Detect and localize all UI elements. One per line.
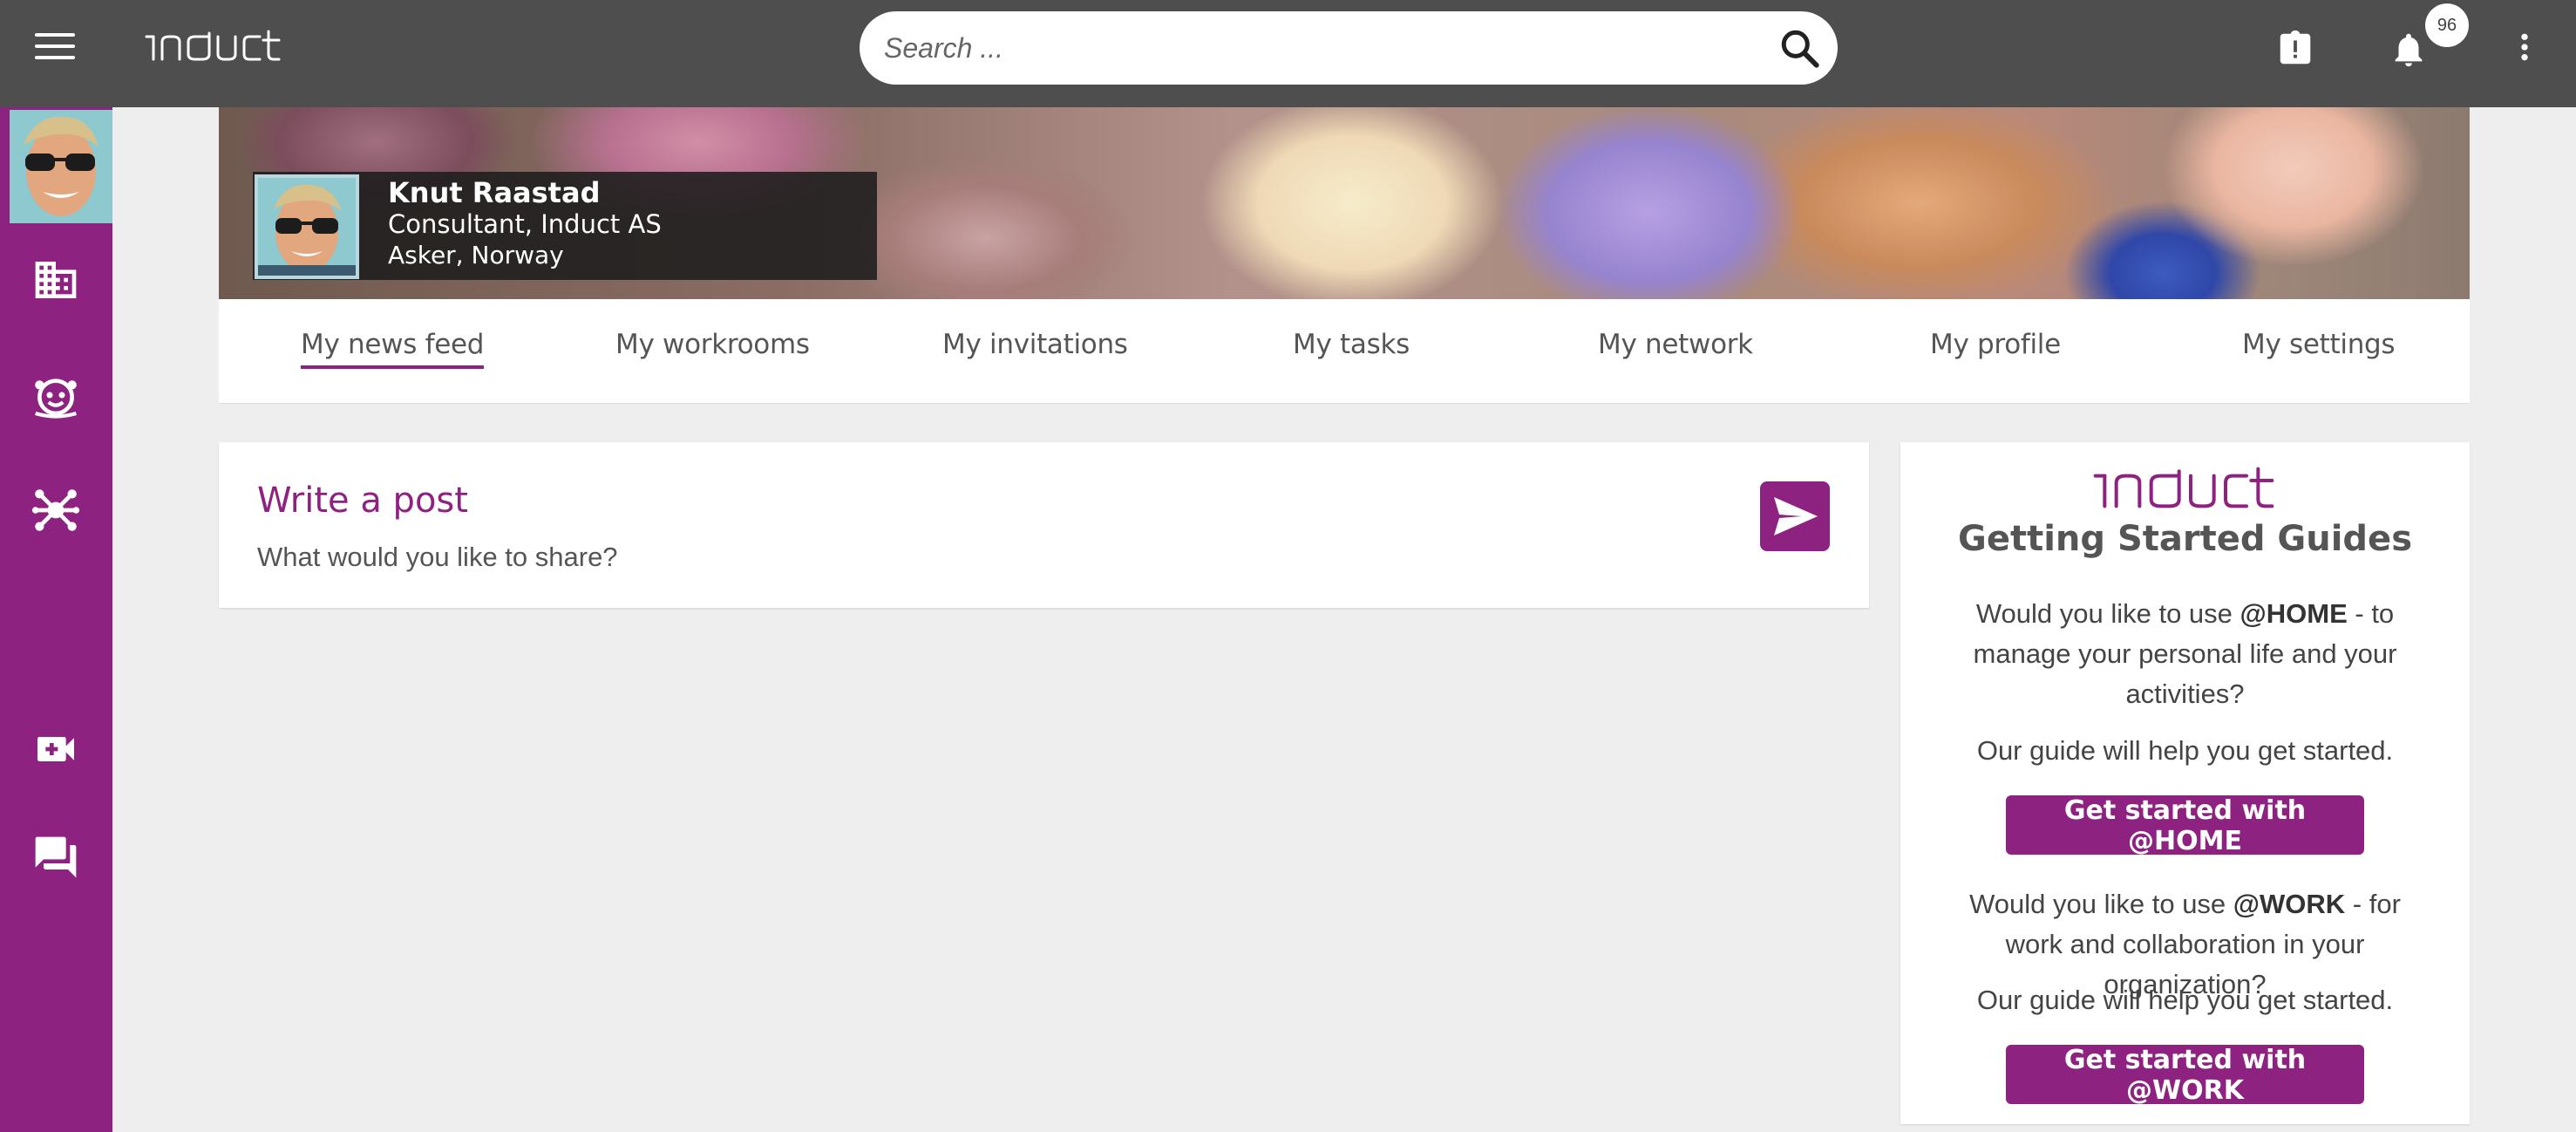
video-add-icon[interactable] [31,725,80,774]
notification-badge: 96 [2425,3,2469,47]
tab-news-feed[interactable]: My news feed [301,329,484,369]
profile-location: Asker, Norway [388,241,564,269]
building-icon[interactable] [31,256,80,304]
guides-title: Getting Started Guides [1958,519,2412,559]
left-rail [0,107,112,1132]
search-icon[interactable] [1778,27,1822,71]
tab-workrooms[interactable]: My workrooms [615,329,810,360]
write-post-input[interactable]: What would you like to share? [257,542,618,573]
search-bar [860,11,1838,85]
menu-icon[interactable] [35,33,75,63]
induct-logo [2092,467,2275,513]
network-icon[interactable] [31,486,80,535]
tab-network[interactable]: My network [1598,329,1753,360]
home-keyword: @HOME [2240,598,2348,629]
bell-icon[interactable] [2389,29,2429,71]
work-guide-help: Our guide will help you get started. [1976,985,2394,1015]
search-input[interactable] [884,11,1738,85]
chat-icon[interactable] [31,833,80,882]
induct-logo-mark [2093,467,2274,508]
tab-profile[interactable]: My profile [1930,329,2061,360]
get-started-work-button[interactable]: Get started with @WORK [2006,1045,2364,1106]
tab-invitations[interactable]: My invitations [942,329,1128,360]
avatar[interactable] [10,110,112,223]
profile-role: Consultant, Induct AS [388,209,662,239]
face-icon[interactable] [31,371,80,419]
induct-logo-mark [145,30,281,61]
home-guide-help: Our guide will help you get started. [1976,735,2394,766]
home-guide-text-before: Would you like to use [1975,598,2240,629]
getting-started-card: Getting Started Guides Would you like to… [1900,442,2470,1124]
tab-settings[interactable]: My settings [2242,329,2396,360]
clipboard-alert-icon[interactable] [2275,29,2315,69]
top-bar: 96 [0,0,2576,107]
send-icon [1774,497,1818,535]
home-guide-text: Would you like to use @HOME - to manage … [1953,594,2417,714]
write-post-title: Write a post [257,481,468,521]
profile-name[interactable]: Knut Raastad [388,176,600,209]
work-keyword: @WORK [2233,889,2346,919]
work-guide-text-before: Would you like to use [1969,889,2233,919]
more-vertical-icon[interactable] [2507,28,2542,66]
profile-tabs: My news feed My workrooms My invitations… [219,299,2470,404]
get-started-home-button[interactable]: Get started with @HOME [2006,795,2364,856]
send-post-button[interactable] [1760,481,1830,551]
induct-logo[interactable] [145,30,281,65]
write-post-card: Write a post What would you like to shar… [219,442,1869,608]
tab-tasks[interactable]: My tasks [1293,329,1410,360]
profile-picture[interactable] [255,174,359,279]
